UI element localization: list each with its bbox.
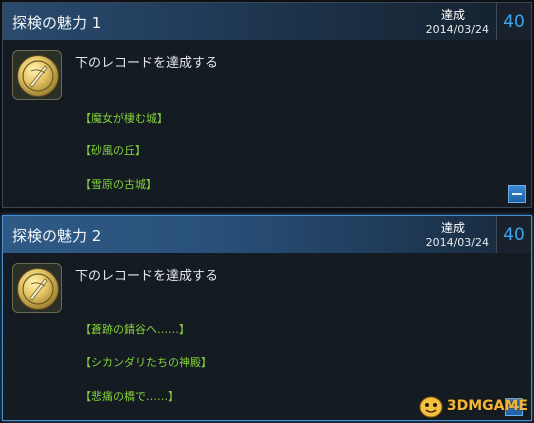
points-box: 40 [496,3,531,40]
minus-icon [512,193,522,195]
achievement-status: 達成 [440,8,465,22]
points-box: 40 [496,216,531,253]
achievement-description: 下のレコードを達成する [75,269,219,284]
achievement-header[interactable]: 探検の魅力 1 達成 2014/03/24 40 [3,3,531,40]
achievement-date: 2014/03/24 [425,236,489,249]
achievement-title: 探検の魅力 2 [12,227,102,245]
achievement-description: 下のレコードを達成する [75,56,219,71]
record-item[interactable]: 【悲痛の橋で……】 [80,388,179,404]
mascot-logo-icon [419,396,443,418]
achievement-title: 探検の魅力 1 [12,14,102,32]
achievement-body: 下のレコードを達成する 【魔女が棲む城】 【砂風の丘】 【雪原の古城】 [3,40,531,207]
medal-icon [12,263,62,313]
record-item[interactable]: 【シカンダリたちの神殿】 [80,354,212,370]
watermark-text: 3DMGAME [446,398,528,414]
medal-icon [12,50,62,100]
achievement-status: 達成 [440,221,465,235]
collapse-button[interactable] [508,185,526,203]
compass-icon [17,268,59,310]
record-item[interactable]: 【砂風の丘】 [80,142,146,158]
watermark: 3DMGAME [418,393,528,419]
achievement-points: 40 [503,224,525,245]
achievement-date: 2014/03/24 [425,23,489,36]
achievement-points: 40 [503,11,525,32]
record-item[interactable]: 【雪原の古城】 [80,176,157,192]
record-item[interactable]: 【蒼跡の錆谷へ……】 [80,321,190,337]
achievement-card-1[interactable]: 探検の魅力 1 達成 2014/03/24 40 下のレコードを達成する 【魔女… [2,2,532,208]
compass-icon [17,55,59,97]
record-item[interactable]: 【魔女が棲む城】 [80,110,168,126]
achievement-header[interactable]: 探検の魅力 2 達成 2014/03/24 40 [3,216,531,253]
achievement-card-2[interactable]: 探検の魅力 2 達成 2014/03/24 40 下のレコードを達成する 【蒼跡… [2,215,532,421]
